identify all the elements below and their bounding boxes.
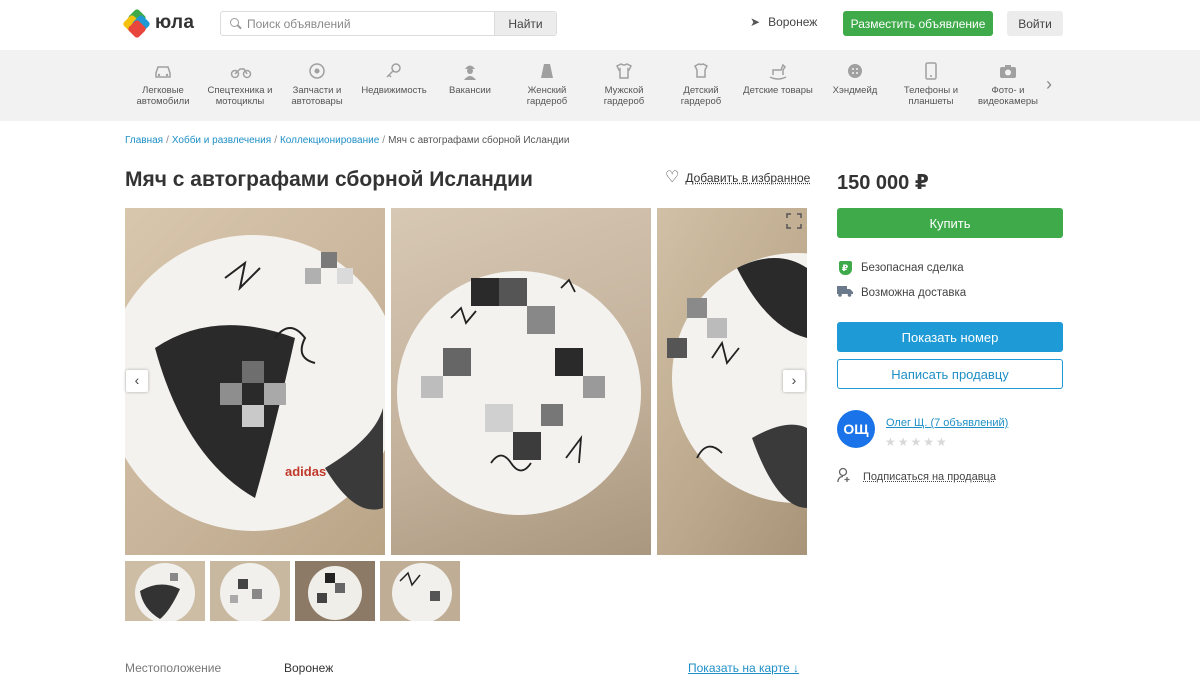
city-name: Воронеж (768, 15, 818, 29)
delivery-feature: Возможна доставка (837, 285, 966, 300)
city-selector[interactable]: ➤ Воронеж (750, 15, 817, 29)
category-item[interactable]: Телефоны и планшеты (893, 62, 969, 107)
write-seller-button[interactable]: Написать продавцу (837, 359, 1063, 389)
category-item[interactable]: Детский гардероб (663, 62, 739, 107)
skirt-icon (537, 62, 557, 80)
breadcrumb: Главная / Хобби и развлечения / Коллекционир… (125, 135, 570, 146)
user-add-icon (837, 467, 853, 486)
site-header: юла Найти ➤ Воронеж Разместить объявлени… (0, 0, 1200, 50)
worker-icon (460, 62, 480, 80)
thumbnail[interactable] (125, 561, 205, 621)
motorcycle-icon (230, 62, 252, 80)
post-ad-button[interactable]: Разместить объявление (843, 11, 993, 36)
search-button[interactable]: Найти (494, 12, 556, 35)
search-icon (221, 12, 247, 35)
category-item[interactable]: Хэндмейд (817, 62, 893, 96)
category-item[interactable]: Спецтехника и мотоциклы (202, 62, 278, 107)
shield-icon: ₽ (838, 261, 852, 275)
gallery-next-button[interactable]: › (783, 370, 805, 392)
seller-name-link[interactable]: Олег Щ. (7 объявлений) (886, 417, 1008, 429)
location-label: Местоположение (125, 661, 222, 675)
subscribe-seller-button[interactable]: Подписаться на продавца (837, 467, 996, 486)
rocking-horse-icon (768, 62, 788, 80)
tshirt-icon (614, 62, 634, 80)
safe-deal-feature: ₽ Безопасная сделка (837, 261, 964, 275)
category-item[interactable]: Фото- и видеокамеры (970, 62, 1046, 107)
search-input[interactable] (247, 12, 494, 35)
car-icon (153, 62, 173, 80)
category-bar: Легковые автомобили Спецтехника и мотоци… (0, 50, 1200, 121)
listing-photo[interactable]: adidas (125, 208, 385, 555)
truck-icon (837, 285, 853, 300)
thumbnail[interactable] (210, 561, 290, 621)
fullscreen-icon[interactable] (786, 213, 802, 229)
wheel-icon (307, 62, 327, 80)
listing-photo[interactable] (391, 208, 651, 555)
category-item[interactable]: Запчасти и автотовары (279, 62, 355, 107)
location-value: Воронеж (284, 661, 334, 675)
site-logo[interactable]: юла (122, 8, 195, 39)
avatar[interactable]: ОЩ (837, 410, 875, 448)
thumbnail[interactable] (380, 561, 460, 621)
phone-icon (921, 62, 941, 80)
breadcrumb-link[interactable]: Коллекционирование (280, 135, 379, 146)
logo-text: юла (155, 12, 195, 33)
show-on-map-link[interactable]: Показать на карте ↓ (688, 661, 799, 675)
search-bar: Найти (220, 11, 557, 36)
breadcrumb-current: Мяч с автографами сборной Исландии (388, 135, 570, 146)
login-button[interactable]: Войти (1007, 11, 1063, 36)
location-arrow-icon: ➤ (750, 15, 761, 29)
category-item[interactable]: Легковые автомобили (125, 62, 201, 107)
buy-button[interactable]: Купить (837, 208, 1063, 238)
heart-icon: ♡ (665, 169, 680, 186)
gallery-prev-button[interactable]: ‹ (126, 370, 148, 392)
show-phone-button[interactable]: Показать номер (837, 322, 1063, 352)
category-item[interactable]: Вакансии (432, 62, 508, 96)
photo-gallery: adidas (125, 208, 807, 555)
category-item[interactable]: Недвижимость (356, 62, 432, 96)
thumbnail[interactable] (295, 561, 375, 621)
page-title: Мяч с автографами сборной Исландии (125, 168, 533, 191)
chevron-right-icon[interactable]: › (1046, 74, 1052, 95)
price: 150 000 ₽ (837, 172, 929, 194)
button-icon (845, 62, 865, 80)
logo-icon (122, 8, 151, 39)
camera-icon (998, 62, 1018, 80)
breadcrumb-link[interactable]: Хобби и развлечения (172, 135, 271, 146)
thumbnail-strip (125, 561, 460, 621)
breadcrumb-link[interactable]: Главная (125, 135, 163, 146)
key-icon (384, 62, 404, 80)
add-to-favorites-button[interactable]: ♡ Добавить в избранное (665, 169, 810, 186)
category-item[interactable]: Мужской гардероб (586, 62, 662, 107)
category-item[interactable]: Женский гардероб (509, 62, 585, 107)
kids-shirt-icon (691, 62, 711, 80)
category-item[interactable]: Детские товары (740, 62, 816, 96)
seller-rating: ★★★★★ (885, 435, 949, 449)
svg-text:adidas: adidas (285, 464, 326, 479)
